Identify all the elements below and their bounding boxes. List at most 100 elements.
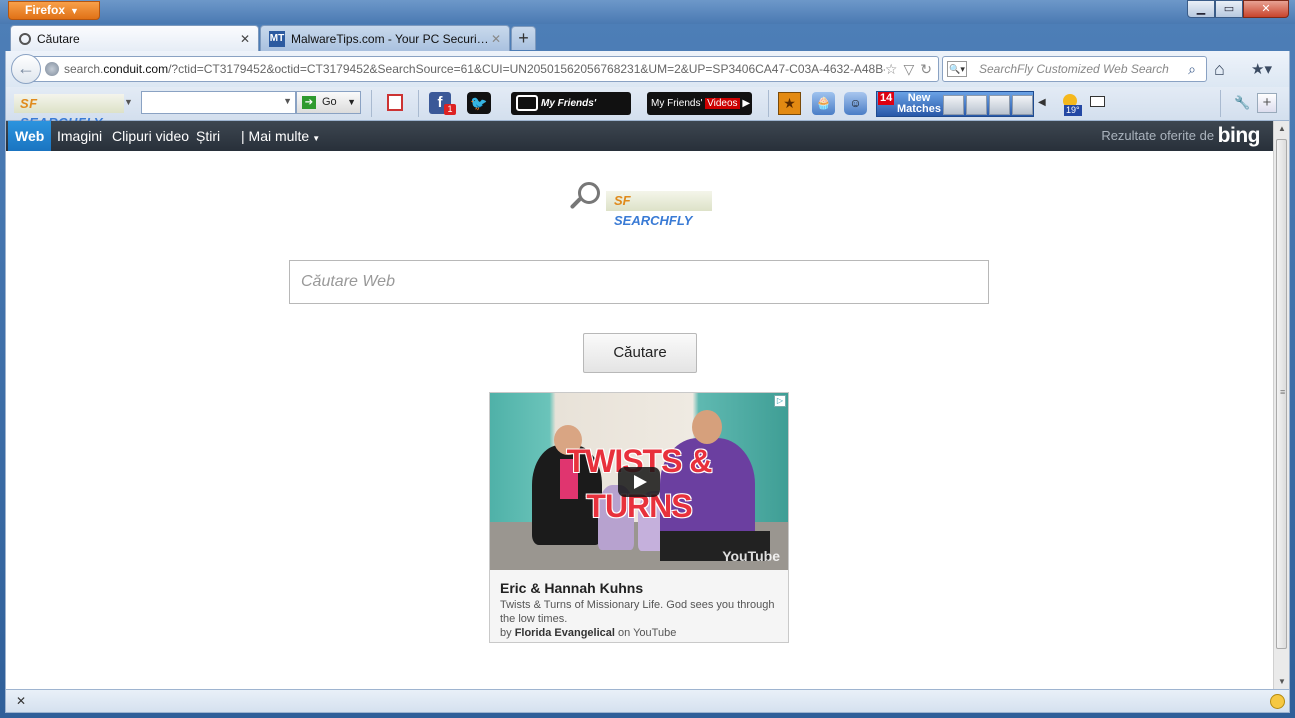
search-engine-box[interactable]: 🔍▾ SearchFly Customized Web Search ⌕ [942,56,1207,82]
twitter-icon[interactable]: 🐦 [467,92,491,114]
gift-icon[interactable] [387,94,403,111]
smiley-icon[interactable] [1270,694,1285,709]
bing-logo[interactable]: bing [1218,124,1261,147]
mail-icon[interactable] [1090,96,1105,107]
reload-icon[interactable]: ↻ [920,61,932,78]
malwaretips-favicon: MT [269,30,285,47]
search-button[interactable]: Căutare [583,333,697,373]
search-engine-icon[interactable]: 🔍▾ [947,61,967,77]
close-addon-bar-icon[interactable]: ✕ [16,694,26,708]
close-tab-icon[interactable]: ✕ [240,32,250,46]
toolbar-search-input[interactable]: ▼ [141,91,296,114]
url-actions: ☆ ▽ ↻ [885,61,938,78]
avatar-icon[interactable] [1012,95,1033,115]
weather-temp: 19° [1064,105,1082,116]
adchoices-icon[interactable]: ▷ [774,395,786,407]
vertical-scrollbar[interactable]: ▲ ≡ ▼ [1273,121,1289,689]
go-button[interactable]: ➔ Go ▼ [296,91,361,114]
window-titlebar: Firefox ▼ ▁ ▭ ✕ [0,0,1295,24]
byline-suffix: on YouTube [618,627,677,639]
nav-more[interactable]: | Mai multe ▼ [241,121,320,151]
wrench-icon[interactable]: 🔧 [1234,95,1250,111]
video-title[interactable]: Eric & Hannah Kuhns [500,580,643,596]
video-thumbnail[interactable]: TWISTS & TURNS YouTube ▷ [490,393,788,570]
web-search-input[interactable]: Căutare Web [289,260,989,304]
url-prefix: search. [64,62,104,76]
thumb-face [692,410,722,444]
avatar-icon[interactable] [966,95,987,115]
url-text[interactable]: search.conduit.com/?ctid=CT3179452&octid… [64,62,885,76]
search-icon[interactable]: ⌕ [1184,61,1200,78]
globe-icon [45,62,59,76]
bing-credit: Rezultate oferite de bing [1101,121,1260,151]
scroll-down-icon[interactable]: ▼ [1278,677,1286,686]
bookmark-star-icon[interactable]: ☆ [885,61,898,78]
logo-sf: SF [614,193,631,208]
search-engine-placeholder[interactable]: SearchFly Customized Web Search [979,62,1184,76]
scroll-up-icon[interactable]: ▲ [1278,124,1286,133]
video-byline: by Florida Evangelical on YouTube [500,627,676,639]
chevron-down-icon[interactable]: ▼ [124,97,133,107]
scroll-left-icon[interactable]: ◀ [1038,97,1046,108]
navigation-bar: ← search.conduit.com/?ctid=CT3179452&oct… [5,51,1290,87]
videos-label-a: My Friends' [651,98,703,109]
firefox-menu-button[interactable]: Firefox ▼ [8,1,100,20]
new-tab-button[interactable]: + [511,26,536,50]
chevron-down-icon[interactable]: ▼ [283,96,292,106]
chevron-down-icon: ▼ [312,134,321,143]
url-domain: conduit.com [103,62,169,76]
search-icon [19,32,31,45]
play-icon[interactable] [618,467,660,497]
url-bar[interactable]: ← search.conduit.com/?ctid=CT3179452&oct… [11,54,939,84]
window-controls: ▁ ▭ ✕ [1187,0,1289,18]
dropdown-arrow-icon[interactable]: ▽ [903,61,914,78]
camera-icon [516,95,538,111]
videos-label-b: Videos [705,98,740,109]
divider [1220,90,1221,117]
close-tab-icon[interactable]: ✕ [491,32,501,46]
chevron-down-icon[interactable]: ▼ [347,92,356,113]
addon-bar: ✕ [5,689,1290,713]
searchfly-toolbar: SF SEARCHFLY ▼ ▼ ➔Go▼ f 1 🐦 My Friends' … [5,87,1290,132]
divider [371,90,372,117]
tab-cautare[interactable]: Căutare ✕ [10,25,259,51]
divider [418,90,419,117]
searchfly-toolbar-logo[interactable]: SF SEARCHFLY [14,94,124,130]
firefox-menu-label: Firefox [25,3,66,17]
logo-text: SF SEARCHFLY [606,191,712,228]
bookmarks-menu-icon[interactable]: ★▾ [1251,60,1272,78]
nav-videos[interactable]: Clipuri video [112,121,189,151]
credit-text: Rezultate oferite de [1101,128,1215,143]
weather-icon[interactable]: 19° [1060,92,1084,116]
notification-badge: 1 [444,104,456,115]
add-icon[interactable]: + [1257,93,1277,113]
star-icon[interactable]: ★ [778,92,801,115]
channel-name[interactable]: Florida Evangelical [515,627,615,639]
friends-videos-button[interactable]: My Friends' Videos ▶ [647,92,752,115]
back-button[interactable]: ← [11,54,41,84]
minimize-button[interactable]: ▁ [1187,0,1215,18]
robot-icon[interactable]: ☺ [844,92,867,115]
cupcake-icon[interactable]: 🧁 [812,92,835,115]
divider [768,90,769,117]
scrollbar-thumb[interactable]: ≡ [1276,139,1287,649]
logo-name: SEARCHFLY [614,213,693,228]
close-window-button[interactable]: ✕ [1243,0,1289,18]
video-ad-card[interactable]: TWISTS & TURNS YouTube ▷ Eric & Hannah K… [489,392,789,643]
avatar-icon[interactable] [943,95,964,115]
maximize-button[interactable]: ▭ [1215,0,1243,18]
tab-malwaretips[interactable]: MT MalwareTips.com - Your PC Security ..… [260,25,510,51]
url-path: /?ctid=CT3179452&octid=CT3179452&SearchS… [168,62,885,76]
byline-prefix: by [500,627,512,639]
arrow-right-icon: ➔ [302,95,316,109]
nav-web[interactable]: Web [8,121,52,151]
nav-news[interactable]: Știri [196,121,220,151]
tab-strip: Căutare ✕ MT MalwareTips.com - Your PC S… [0,24,1295,51]
chevron-down-icon: ▼ [70,6,79,16]
go-label: Go [322,96,337,108]
youtube-watermark: YouTube [722,548,780,564]
home-icon[interactable]: ⌂ [1214,59,1225,80]
nav-images[interactable]: Imagini [57,121,102,151]
new-matches-widget[interactable]: 14 New Matches [876,91,1034,117]
avatar-icon[interactable] [989,95,1010,115]
